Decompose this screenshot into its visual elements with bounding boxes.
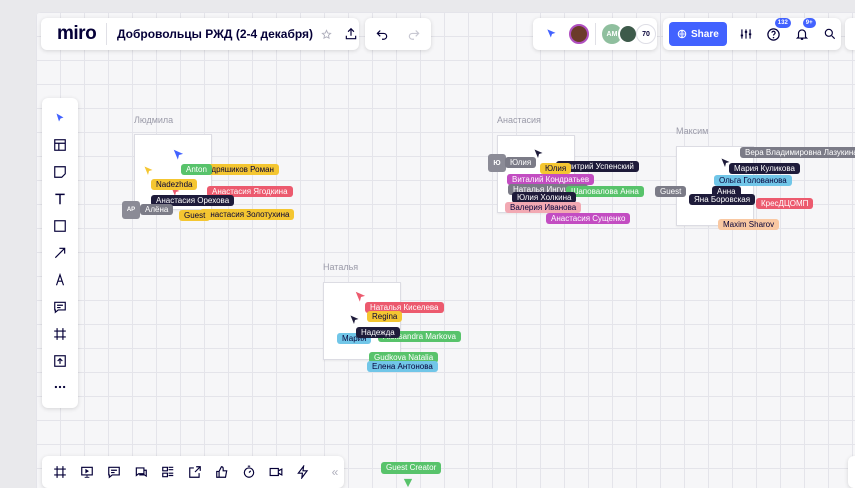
more-tools-icon[interactable] xyxy=(51,378,69,396)
collaboration-panel: AM 70 xyxy=(533,18,657,50)
cursor-avatar: AP xyxy=(122,201,140,219)
collaborator-photo[interactable] xyxy=(618,24,638,44)
cursor-label: Анастасия Сущенко xyxy=(546,213,631,224)
panel-edge xyxy=(845,18,855,50)
user-avatar[interactable] xyxy=(569,24,589,44)
chat-icon[interactable] xyxy=(132,463,150,481)
frame-tool-icon[interactable] xyxy=(51,325,69,343)
cursor-arrow-icon xyxy=(173,149,184,160)
cursor-label: Надежда xyxy=(356,327,400,338)
connection-line-icon[interactable] xyxy=(51,244,69,262)
cursor-label: Regina xyxy=(367,311,403,322)
cursor-label: Елена Антонова xyxy=(367,361,438,372)
cursor-label: Вера Владимировна Лазукина xyxy=(740,147,855,158)
reactions-icon[interactable] xyxy=(213,463,231,481)
cursor-arrow-icon xyxy=(144,166,153,175)
text-tool-icon[interactable] xyxy=(51,190,69,208)
share-button[interactable]: Share xyxy=(669,22,727,46)
comments-icon[interactable] xyxy=(105,463,123,481)
cursor-label: Guest xyxy=(179,210,211,221)
whiteboard-canvas[interactable] xyxy=(36,12,855,488)
notification-badge: 9+ xyxy=(802,18,816,28)
video-icon[interactable] xyxy=(267,463,285,481)
cursor-avatar: Ю xyxy=(488,154,506,172)
board-header: miro Добровольцы РЖД (2-4 декабря) xyxy=(41,18,359,50)
notifications-bell-icon[interactable]: 9+ xyxy=(791,18,816,45)
cursor-label: Nadezhda xyxy=(151,179,198,190)
right-header-panel: Share 132 9+ xyxy=(663,18,841,50)
follow-cursor-icon[interactable] xyxy=(541,23,563,45)
cursor-label: Maxim Sharov xyxy=(718,219,780,230)
share-screen-icon[interactable] xyxy=(186,463,204,481)
frame-label-lyudmila[interactable]: Людмила xyxy=(134,115,173,125)
divider xyxy=(595,23,596,45)
cursor-label: Мария Куликова xyxy=(729,163,800,174)
templates-tool-icon[interactable] xyxy=(51,136,69,154)
zoom-panel-edge xyxy=(848,456,855,488)
bottom-toolbar: « xyxy=(42,456,344,488)
pen-tool-icon[interactable] xyxy=(51,271,69,289)
frame-label-natalia[interactable]: Наталья xyxy=(323,262,358,272)
cursor-label: Юлия xyxy=(540,163,572,174)
board-title[interactable]: Добровольцы РЖД (2-4 декабря) xyxy=(117,27,313,41)
upload-tool-icon[interactable] xyxy=(51,352,69,370)
redo-icon[interactable] xyxy=(403,23,425,45)
shape-tool-icon[interactable] xyxy=(51,217,69,235)
frame-label-maxim[interactable]: Максим xyxy=(676,126,708,136)
collaborator-count[interactable]: 70 xyxy=(636,24,656,44)
cursor-label: Ольга Голованова xyxy=(714,175,792,186)
select-tool-icon[interactable] xyxy=(51,109,69,127)
star-icon[interactable] xyxy=(318,23,334,45)
help-badge: 132 xyxy=(774,18,791,28)
cursor-label: Юлия xyxy=(505,157,537,168)
lightning-icon[interactable] xyxy=(294,463,312,481)
cursor-label: Валерия Иванова xyxy=(505,202,582,213)
frames-icon[interactable] xyxy=(51,463,69,481)
guest-creator-label: Guest Creator xyxy=(381,462,442,474)
collapse-toolbar-button[interactable]: « xyxy=(326,463,344,481)
share-label: Share xyxy=(691,28,719,40)
cursor-label: Anton xyxy=(181,164,212,175)
miro-logo[interactable]: miro xyxy=(57,23,97,45)
cursor-label: Guest xyxy=(655,186,687,197)
cursor-label: КресДЦОМП xyxy=(756,198,814,209)
comment-tool-icon[interactable] xyxy=(51,298,69,316)
help-icon[interactable]: 132 xyxy=(763,18,791,45)
globe-icon xyxy=(677,29,687,39)
cards-icon[interactable] xyxy=(159,463,177,481)
divider xyxy=(106,23,107,45)
cursor-label: Яна Боровская xyxy=(689,194,756,205)
timer-icon[interactable] xyxy=(240,463,258,481)
frame-label-anastasia[interactable]: Анастасия xyxy=(497,115,541,125)
cursor-label: Алёна xyxy=(140,204,174,215)
cursor-arrow-icon xyxy=(534,149,543,158)
cursor-arrow-icon xyxy=(350,315,359,324)
cursor-arrow-icon xyxy=(403,478,413,488)
left-toolbar xyxy=(42,98,78,408)
undo-redo-panel xyxy=(365,18,431,50)
presentation-icon[interactable] xyxy=(78,463,96,481)
cursor-label: Шаповалова Анна xyxy=(566,186,644,197)
settings-sliders-icon[interactable] xyxy=(735,23,757,45)
sticky-note-tool-icon[interactable] xyxy=(51,163,69,181)
undo-icon[interactable] xyxy=(371,23,393,45)
search-icon[interactable] xyxy=(819,23,841,45)
cursor-label: Анастасия Золотухина xyxy=(200,209,295,220)
export-icon[interactable] xyxy=(343,23,359,45)
